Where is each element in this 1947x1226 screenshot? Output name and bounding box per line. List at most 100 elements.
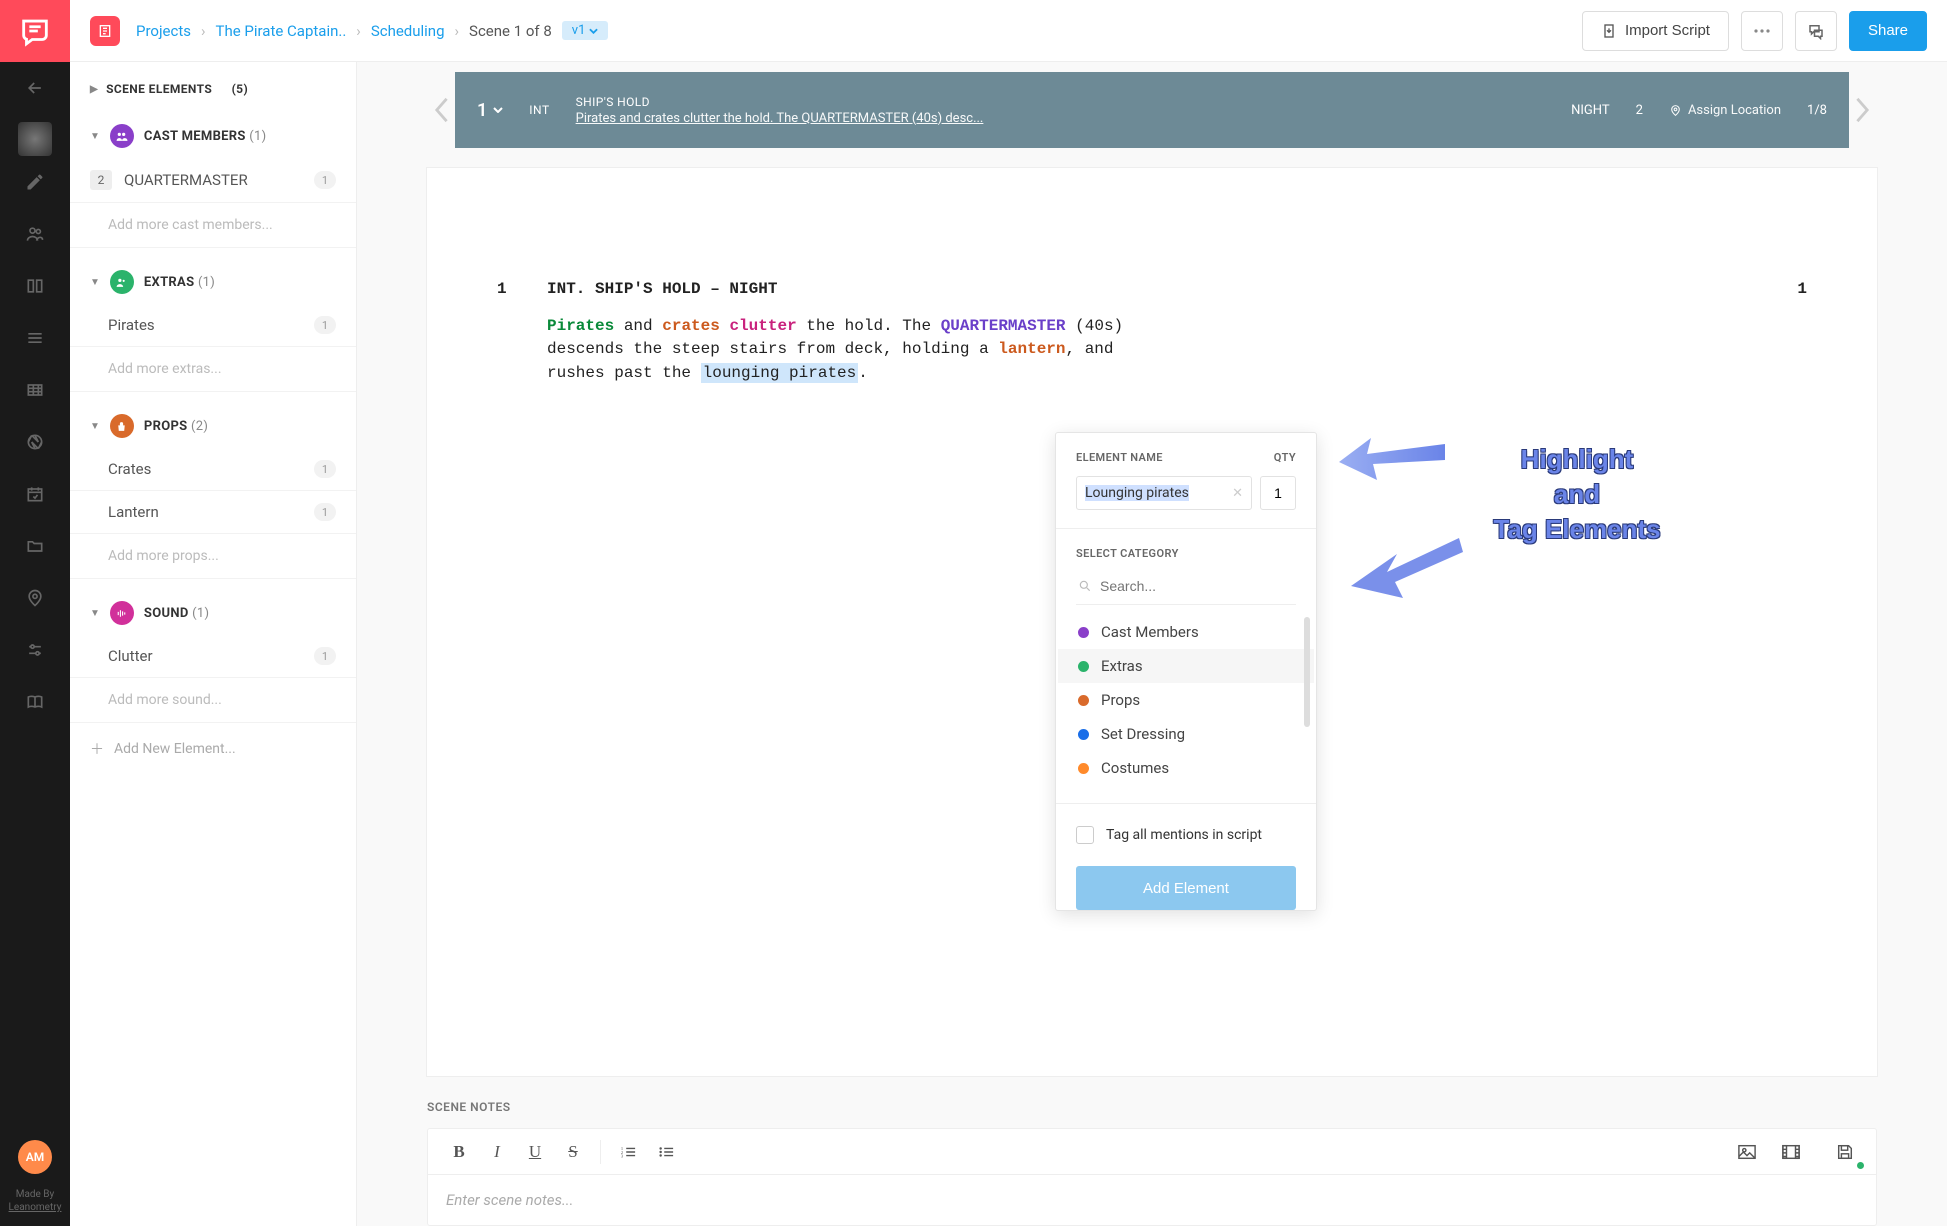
caret-down-icon: ▼ — [90, 131, 100, 142]
back-icon[interactable] — [0, 62, 70, 114]
caret-down-icon: ▼ — [90, 608, 100, 619]
project-thumb[interactable] — [18, 122, 52, 156]
search-icon — [1078, 579, 1092, 593]
user-avatar[interactable]: AM — [18, 1140, 52, 1174]
script-action[interactable]: Pirates and crates clutter the hold. The… — [497, 315, 1147, 385]
bullet-list-button[interactable] — [649, 1137, 683, 1167]
extras-icon — [110, 270, 134, 294]
more-button[interactable] — [1741, 11, 1783, 51]
bold-button[interactable]: B — [442, 1137, 476, 1167]
tag-extras[interactable]: Pirates — [547, 317, 614, 335]
tag-prop[interactable]: lantern — [998, 340, 1065, 358]
content-area: 1 INT SHIP'S HOLD Pirates and crates clu… — [357, 62, 1947, 1226]
category-props[interactable]: ▼ PROPS (2) — [70, 410, 356, 442]
category-dot — [1078, 763, 1089, 774]
calendar-icon[interactable] — [0, 468, 70, 520]
extras-item[interactable]: Pirates 1 — [70, 304, 356, 347]
tag-all-checkbox[interactable]: Tag all mentions in script — [1056, 803, 1316, 866]
category-option[interactable]: Costumes — [1076, 751, 1296, 785]
aperture-icon[interactable] — [0, 416, 70, 468]
ordered-list-button[interactable]: 123 — [611, 1137, 645, 1167]
sliders-icon[interactable] — [0, 624, 70, 676]
chat-button[interactable] — [1795, 11, 1837, 51]
people-icon[interactable] — [0, 208, 70, 260]
scene-number-selector[interactable]: 1 — [477, 100, 503, 121]
save-button[interactable] — [1828, 1137, 1862, 1167]
sound-item[interactable]: Clutter 1 — [70, 635, 356, 678]
element-name-input[interactable]: Lounging pirates ✕ — [1076, 476, 1252, 510]
columns-icon[interactable] — [0, 260, 70, 312]
strike-button[interactable]: S — [556, 1137, 590, 1167]
category-extras[interactable]: ▼ EXTRAS (1) — [70, 266, 356, 298]
image-button[interactable] — [1730, 1137, 1764, 1167]
topbar: Projects › The Pirate Captain.. › Schedu… — [70, 0, 1947, 62]
add-props-link[interactable]: Add more props... — [70, 534, 356, 579]
category-dot — [1078, 661, 1089, 672]
category-cast-members[interactable]: ▼ CAST MEMBERS (1) — [70, 120, 356, 152]
category-sound[interactable]: ▼ SOUND (1) — [70, 597, 356, 629]
assign-location[interactable]: Assign Location — [1669, 103, 1781, 118]
prev-scene-button[interactable] — [427, 96, 455, 124]
occurrence-badge: 1 — [314, 647, 336, 665]
version-selector[interactable]: v1 — [562, 21, 609, 40]
scene-tod: NIGHT — [1571, 103, 1610, 118]
underline-button[interactable]: U — [518, 1137, 552, 1167]
next-scene-button[interactable] — [1849, 96, 1877, 124]
pencil-icon[interactable] — [0, 156, 70, 208]
occurrence-badge: 1 — [314, 316, 336, 334]
sound-icon — [110, 601, 134, 625]
strips-icon[interactable] — [0, 312, 70, 364]
cast-item[interactable]: 2 QUARTERMASTER 1 — [70, 158, 356, 203]
tag-cast[interactable]: QUARTERMASTER — [941, 317, 1066, 335]
tag-sound[interactable]: clutter — [729, 317, 796, 335]
scene-description[interactable]: Pirates and crates clutter the hold. The… — [576, 111, 1545, 126]
book-icon[interactable] — [0, 676, 70, 728]
text-selection[interactable]: lounging pirates — [701, 363, 859, 383]
add-element-button[interactable]: Add Element — [1076, 866, 1296, 910]
credit-text: Made ByLeanometry — [9, 1182, 62, 1226]
category-dot — [1078, 729, 1089, 740]
app-logo[interactable] — [0, 0, 70, 62]
pin-icon[interactable] — [0, 572, 70, 624]
add-new-element[interactable]: ＋ Add New Element... — [70, 723, 356, 775]
clear-input-icon[interactable]: ✕ — [1232, 486, 1243, 501]
add-extras-link[interactable]: Add more extras... — [70, 347, 356, 392]
category-option[interactable]: Set Dressing — [1076, 717, 1296, 751]
scene-slugline[interactable]: INT. SHIP'S HOLD – NIGHT — [547, 278, 777, 301]
import-script-button[interactable]: Import Script — [1582, 11, 1729, 51]
scene-ie: INT — [529, 103, 549, 117]
category-option[interactable]: Cast Members — [1076, 615, 1296, 649]
video-button[interactable] — [1774, 1137, 1808, 1167]
add-cast-link[interactable]: Add more cast members... — [70, 203, 356, 248]
scrollbar[interactable] — [1304, 617, 1310, 727]
crumb-scheduling[interactable]: Scheduling — [371, 22, 445, 40]
crumb-scene: Scene 1 of 8 — [469, 22, 552, 40]
scene-notes: SCENE NOTES B I U S 123 — [427, 1100, 1877, 1226]
breakdown-icon[interactable] — [90, 16, 120, 46]
crumb-projects[interactable]: Projects — [136, 22, 191, 40]
scene-location: SHIP'S HOLD — [576, 95, 1545, 109]
checkbox-icon[interactable] — [1076, 826, 1094, 844]
scene-notes-header: SCENE NOTES — [427, 1100, 1877, 1114]
category-option[interactable]: Extras — [1058, 649, 1314, 683]
italic-button[interactable]: I — [480, 1137, 514, 1167]
crumb-project[interactable]: The Pirate Captain.. — [216, 22, 347, 40]
category-search-input[interactable] — [1100, 578, 1294, 594]
category-option[interactable]: Props — [1076, 683, 1296, 717]
share-button[interactable]: Share — [1849, 11, 1927, 51]
tag-prop[interactable]: crates — [662, 317, 720, 335]
plus-icon: ＋ — [90, 739, 104, 759]
scene-elements-header[interactable]: ▶ SCENE ELEMENTS (5) — [70, 76, 356, 102]
notes-textarea[interactable]: Enter scene notes... — [428, 1175, 1876, 1225]
chevron-right-icon: › — [356, 22, 361, 40]
scene-pages: 1/8 — [1807, 103, 1827, 118]
qty-input[interactable] — [1260, 476, 1296, 510]
scene-strip[interactable]: 1 INT SHIP'S HOLD Pirates and crates clu… — [455, 72, 1849, 148]
props-item[interactable]: Lantern 1 — [70, 491, 356, 534]
notes-toolbar: B I U S 123 — [428, 1129, 1876, 1175]
add-sound-link[interactable]: Add more sound... — [70, 678, 356, 723]
props-item[interactable]: Crates 1 — [70, 448, 356, 491]
category-search[interactable] — [1076, 572, 1296, 605]
table-icon[interactable] — [0, 364, 70, 416]
folder-icon[interactable] — [0, 520, 70, 572]
